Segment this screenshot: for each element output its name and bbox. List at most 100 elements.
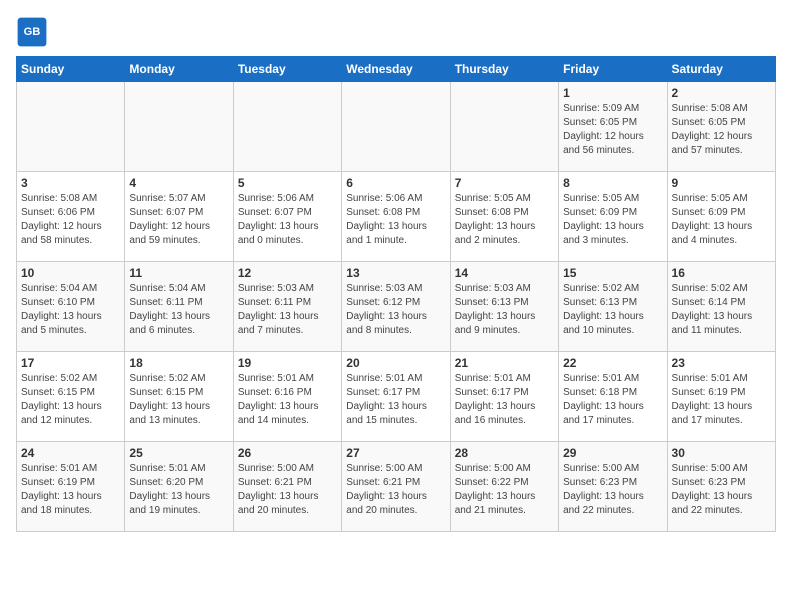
calendar-header: SundayMondayTuesdayWednesdayThursdayFrid… (17, 57, 776, 82)
day-detail: Sunrise: 5:05 AM Sunset: 6:09 PM Dayligh… (672, 192, 771, 248)
header-saturday: Saturday (667, 57, 775, 82)
day-detail: Sunrise: 5:00 AM Sunset: 6:22 PM Dayligh… (455, 462, 554, 518)
day-number: 22 (563, 356, 662, 370)
day-detail: Sunrise: 5:08 AM Sunset: 6:05 PM Dayligh… (672, 102, 771, 158)
day-detail: Sunrise: 5:09 AM Sunset: 6:05 PM Dayligh… (563, 102, 662, 158)
calendar-cell: 30 Sunrise: 5:00 AM Sunset: 6:23 PM Dayli… (667, 442, 775, 532)
day-detail: Sunrise: 5:00 AM Sunset: 6:21 PM Dayligh… (238, 462, 337, 518)
day-detail: Sunrise: 5:01 AM Sunset: 6:16 PM Dayligh… (238, 372, 337, 428)
day-detail: Sunrise: 5:07 AM Sunset: 6:07 PM Dayligh… (129, 192, 228, 248)
calendar-cell: 17 Sunrise: 5:02 AM Sunset: 6:15 PM Dayli… (17, 352, 125, 442)
header-tuesday: Tuesday (233, 57, 341, 82)
calendar-cell: 12 Sunrise: 5:03 AM Sunset: 6:11 PM Dayli… (233, 262, 341, 352)
header-row: SundayMondayTuesdayWednesdayThursdayFrid… (17, 57, 776, 82)
day-number: 13 (346, 266, 445, 280)
day-number: 4 (129, 176, 228, 190)
day-number: 18 (129, 356, 228, 370)
calendar-body: 1 Sunrise: 5:09 AM Sunset: 6:05 PM Daylig… (17, 82, 776, 532)
calendar-cell (342, 82, 450, 172)
day-number: 20 (346, 356, 445, 370)
header-thursday: Thursday (450, 57, 558, 82)
day-number: 27 (346, 446, 445, 460)
calendar-cell: 1 Sunrise: 5:09 AM Sunset: 6:05 PM Daylig… (559, 82, 667, 172)
day-number: 7 (455, 176, 554, 190)
day-detail: Sunrise: 5:01 AM Sunset: 6:20 PM Dayligh… (129, 462, 228, 518)
day-detail: Sunrise: 5:02 AM Sunset: 6:14 PM Dayligh… (672, 282, 771, 338)
calendar-cell: 25 Sunrise: 5:01 AM Sunset: 6:20 PM Dayli… (125, 442, 233, 532)
calendar-cell: 2Sunrise: 5:08 AM Sunset: 6:05 PM Daylig… (667, 82, 775, 172)
page-header: GB (16, 16, 776, 48)
week-row-0: 1 Sunrise: 5:09 AM Sunset: 6:05 PM Daylig… (17, 82, 776, 172)
day-number: 23 (672, 356, 771, 370)
day-number: 16 (672, 266, 771, 280)
header-sunday: Sunday (17, 57, 125, 82)
day-detail: Sunrise: 5:04 AM Sunset: 6:10 PM Dayligh… (21, 282, 120, 338)
day-number: 9 (672, 176, 771, 190)
calendar-cell: 19 Sunrise: 5:01 AM Sunset: 6:16 PM Dayli… (233, 352, 341, 442)
logo: GB (16, 16, 52, 48)
week-row-2: 10 Sunrise: 5:04 AM Sunset: 6:10 PM Dayli… (17, 262, 776, 352)
day-number: 30 (672, 446, 771, 460)
calendar-cell: 10 Sunrise: 5:04 AM Sunset: 6:10 PM Dayli… (17, 262, 125, 352)
day-detail: Sunrise: 5:03 AM Sunset: 6:12 PM Dayligh… (346, 282, 445, 338)
day-number: 14 (455, 266, 554, 280)
day-detail: Sunrise: 5:01 AM Sunset: 6:17 PM Dayligh… (346, 372, 445, 428)
calendar-cell: 28 Sunrise: 5:00 AM Sunset: 6:22 PM Dayli… (450, 442, 558, 532)
day-number: 8 (563, 176, 662, 190)
calendar-cell: 16 Sunrise: 5:02 AM Sunset: 6:14 PM Dayli… (667, 262, 775, 352)
day-detail: Sunrise: 5:02 AM Sunset: 6:15 PM Dayligh… (21, 372, 120, 428)
day-number: 10 (21, 266, 120, 280)
day-number: 6 (346, 176, 445, 190)
week-row-4: 24Sunrise: 5:01 AM Sunset: 6:19 PM Dayli… (17, 442, 776, 532)
logo-icon: GB (16, 16, 48, 48)
header-wednesday: Wednesday (342, 57, 450, 82)
calendar-cell (233, 82, 341, 172)
calendar-cell: 6Sunrise: 5:06 AM Sunset: 6:08 PM Daylig… (342, 172, 450, 262)
calendar-cell: 23Sunrise: 5:01 AM Sunset: 6:19 PM Dayli… (667, 352, 775, 442)
day-detail: Sunrise: 5:00 AM Sunset: 6:23 PM Dayligh… (672, 462, 771, 518)
day-number: 12 (238, 266, 337, 280)
day-detail: Sunrise: 5:01 AM Sunset: 6:18 PM Dayligh… (563, 372, 662, 428)
day-detail: Sunrise: 5:04 AM Sunset: 6:11 PM Dayligh… (129, 282, 228, 338)
calendar-cell: 8 Sunrise: 5:05 AM Sunset: 6:09 PM Daylig… (559, 172, 667, 262)
calendar-cell: 18 Sunrise: 5:02 AM Sunset: 6:15 PM Dayli… (125, 352, 233, 442)
day-number: 24 (21, 446, 120, 460)
day-number: 25 (129, 446, 228, 460)
day-number: 19 (238, 356, 337, 370)
calendar-cell: 14Sunrise: 5:03 AM Sunset: 6:13 PM Dayli… (450, 262, 558, 352)
calendar-cell: 3 Sunrise: 5:08 AM Sunset: 6:06 PM Daylig… (17, 172, 125, 262)
day-detail: Sunrise: 5:06 AM Sunset: 6:07 PM Dayligh… (238, 192, 337, 248)
calendar-cell (450, 82, 558, 172)
calendar-cell: 26 Sunrise: 5:00 AM Sunset: 6:21 PM Dayli… (233, 442, 341, 532)
day-detail: Sunrise: 5:00 AM Sunset: 6:21 PM Dayligh… (346, 462, 445, 518)
calendar-cell: 29Sunrise: 5:00 AM Sunset: 6:23 PM Dayli… (559, 442, 667, 532)
calendar-cell: 9 Sunrise: 5:05 AM Sunset: 6:09 PM Daylig… (667, 172, 775, 262)
day-number: 26 (238, 446, 337, 460)
day-detail: Sunrise: 5:08 AM Sunset: 6:06 PM Dayligh… (21, 192, 120, 248)
calendar-cell: 20 Sunrise: 5:01 AM Sunset: 6:17 PM Dayli… (342, 352, 450, 442)
week-row-1: 3 Sunrise: 5:08 AM Sunset: 6:06 PM Daylig… (17, 172, 776, 262)
day-detail: Sunrise: 5:01 AM Sunset: 6:17 PM Dayligh… (455, 372, 554, 428)
day-number: 17 (21, 356, 120, 370)
day-detail: Sunrise: 5:02 AM Sunset: 6:15 PM Dayligh… (129, 372, 228, 428)
day-number: 3 (21, 176, 120, 190)
calendar-cell: 27 Sunrise: 5:00 AM Sunset: 6:21 PM Dayli… (342, 442, 450, 532)
header-monday: Monday (125, 57, 233, 82)
day-detail: Sunrise: 5:03 AM Sunset: 6:11 PM Dayligh… (238, 282, 337, 338)
day-number: 1 (563, 86, 662, 100)
calendar-cell: 24Sunrise: 5:01 AM Sunset: 6:19 PM Dayli… (17, 442, 125, 532)
header-friday: Friday (559, 57, 667, 82)
calendar-cell: 21 Sunrise: 5:01 AM Sunset: 6:17 PM Dayli… (450, 352, 558, 442)
calendar-cell: 11 Sunrise: 5:04 AM Sunset: 6:11 PM Dayli… (125, 262, 233, 352)
calendar-cell: 5 Sunrise: 5:06 AM Sunset: 6:07 PM Daylig… (233, 172, 341, 262)
day-number: 11 (129, 266, 228, 280)
day-detail: Sunrise: 5:02 AM Sunset: 6:13 PM Dayligh… (563, 282, 662, 338)
week-row-3: 17 Sunrise: 5:02 AM Sunset: 6:15 PM Dayli… (17, 352, 776, 442)
calendar-cell: 15Sunrise: 5:02 AM Sunset: 6:13 PM Dayli… (559, 262, 667, 352)
day-number: 28 (455, 446, 554, 460)
day-detail: Sunrise: 5:05 AM Sunset: 6:09 PM Dayligh… (563, 192, 662, 248)
day-number: 21 (455, 356, 554, 370)
calendar-table: SundayMondayTuesdayWednesdayThursdayFrid… (16, 56, 776, 532)
day-number: 5 (238, 176, 337, 190)
day-detail: Sunrise: 5:05 AM Sunset: 6:08 PM Dayligh… (455, 192, 554, 248)
